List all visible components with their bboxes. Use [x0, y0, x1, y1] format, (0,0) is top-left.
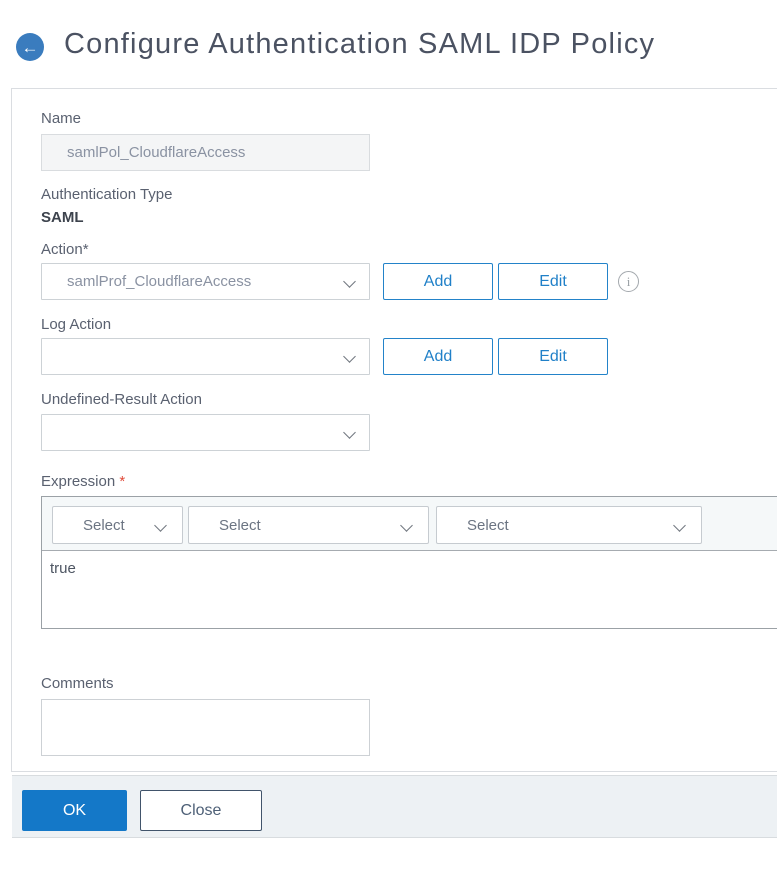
- name-label: Name: [41, 110, 82, 127]
- log-action-add-button[interactable]: Add: [383, 338, 493, 375]
- expression-select-1[interactable]: Select: [52, 506, 183, 544]
- page-title: Configure Authentication SAML IDP Policy: [64, 28, 656, 60]
- comments-input[interactable]: [41, 699, 370, 756]
- action-label: Action*: [41, 241, 89, 258]
- ok-button[interactable]: OK: [22, 790, 127, 831]
- chevron-down-icon: [400, 519, 413, 532]
- dialog-footer: OK Close: [12, 775, 777, 838]
- action-edit-button[interactable]: Edit: [498, 263, 608, 300]
- chevron-down-icon: [673, 519, 686, 532]
- back-arrow-icon: ←: [21, 37, 39, 57]
- dialog-configure-saml-idp-policy: ← Configure Authentication SAML IDP Poli…: [0, 0, 777, 877]
- info-icon[interactable]: i: [618, 271, 639, 292]
- form-panel: Name Authentication Type SAML Action* sa…: [11, 88, 777, 772]
- chevron-down-icon: [154, 519, 167, 532]
- log-action-edit-button[interactable]: Edit: [498, 338, 608, 375]
- log-action-label: Log Action: [41, 316, 112, 333]
- chevron-down-icon: [343, 426, 356, 439]
- close-button[interactable]: Close: [140, 790, 262, 831]
- required-asterisk: *: [119, 473, 126, 490]
- chevron-down-icon: [343, 275, 356, 288]
- action-add-button[interactable]: Add: [383, 263, 493, 300]
- expression-input[interactable]: true: [42, 551, 777, 628]
- chevron-down-icon: [343, 350, 356, 363]
- expression-select-3[interactable]: Select: [436, 506, 702, 544]
- expression-label: Expression *: [41, 473, 126, 490]
- log-action-select[interactable]: [41, 338, 370, 375]
- undefined-result-action-label: Undefined-Result Action: [41, 391, 202, 408]
- action-select[interactable]: samlProf_CloudflareAccess: [41, 263, 370, 300]
- expression-select-2[interactable]: Select: [188, 506, 429, 544]
- auth-type-value: SAML: [41, 209, 84, 226]
- expression-toolbar: Select Select Select: [42, 497, 777, 551]
- action-select-value: samlProf_CloudflareAccess: [67, 273, 252, 290]
- comments-label: Comments: [41, 675, 114, 692]
- auth-type-label: Authentication Type: [41, 186, 173, 203]
- undefined-result-action-select[interactable]: [41, 414, 370, 451]
- expression-builder: Select Select Select true: [41, 496, 777, 629]
- name-input[interactable]: [41, 134, 370, 171]
- back-button[interactable]: ←: [16, 33, 44, 61]
